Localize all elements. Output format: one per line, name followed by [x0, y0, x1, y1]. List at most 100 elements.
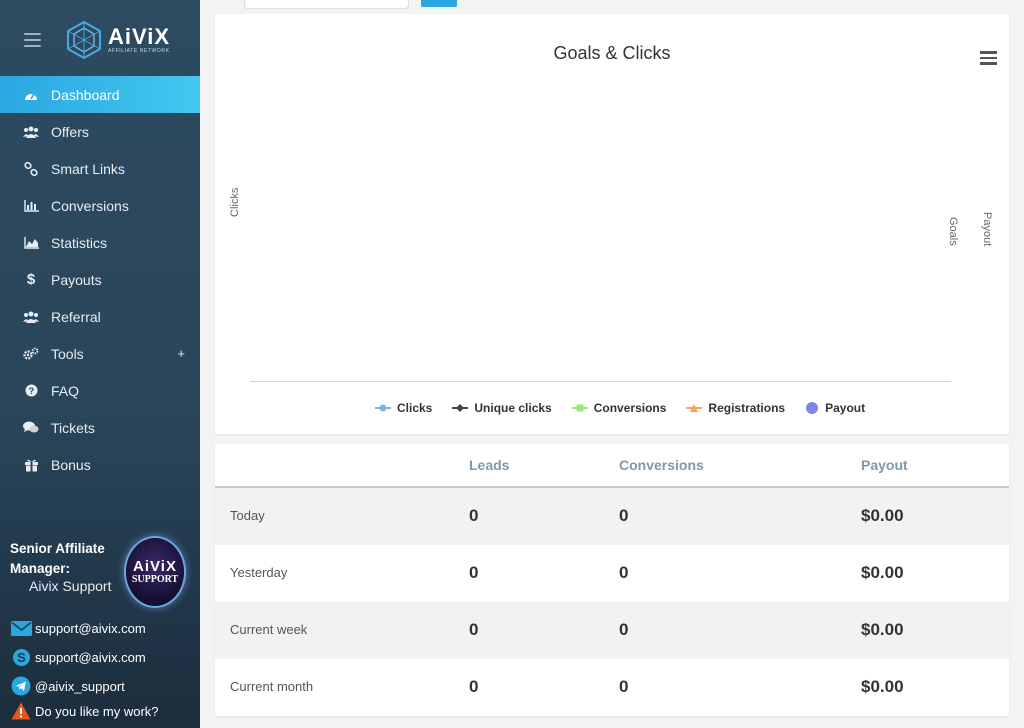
- cogs-icon: [22, 347, 40, 361]
- avatar-line1: AiViX: [133, 557, 177, 575]
- date-range-input[interactable]: [244, 0, 409, 9]
- legend-item-conversions[interactable]: Conversions: [571, 401, 667, 415]
- sidebar-item-conversions[interactable]: Conversions: [0, 187, 200, 224]
- feedback-link[interactable]: Do you like my work?: [10, 700, 159, 722]
- legend-item-registrations[interactable]: Registrations: [686, 401, 785, 415]
- brand-header: AiViX AFFILIATE NETWORK: [0, 0, 200, 78]
- contact-email[interactable]: support@aivix.com: [10, 617, 146, 639]
- legend-label: Clicks: [397, 401, 433, 415]
- legend-label: Payout: [825, 401, 866, 415]
- manager-name: Aivix Support: [29, 578, 112, 594]
- row-label: Today: [230, 508, 265, 523]
- skype-icon: S: [10, 646, 32, 668]
- sidebar-item-label: Bonus: [51, 456, 91, 473]
- x-axis-line: [250, 381, 951, 382]
- logo-mark-icon: [67, 20, 101, 60]
- contact-skype-text: support@aivix.com: [35, 649, 146, 665]
- table-row: Yesterday 0 0 $0.00: [215, 545, 1009, 602]
- leads-value: 0: [469, 563, 479, 582]
- legend-marker-diamond: [452, 403, 469, 413]
- contact-email-text: support@aivix.com: [35, 620, 146, 636]
- leads-value: 0: [469, 677, 479, 696]
- sidebar-item-label: Payouts: [51, 271, 102, 288]
- sidebar-item-referral[interactable]: Referral: [0, 298, 200, 335]
- logo-subtext: AFFILIATE NETWORK: [108, 48, 170, 54]
- users-icon: [22, 311, 40, 323]
- legend-marker-circle: [375, 403, 391, 413]
- legend-marker-square: [571, 403, 588, 413]
- legend-item-clicks[interactable]: Clicks: [375, 401, 432, 415]
- sidebar-item-label: Statistics: [51, 234, 108, 251]
- legend-item-unique-clicks[interactable]: Unique clicks: [452, 401, 552, 415]
- y-axis-label-left: Clicks: [229, 187, 241, 217]
- conversions-value: 0: [619, 506, 629, 525]
- leads-value: 0: [469, 506, 479, 525]
- sidebar-item-label: Tools: [51, 345, 84, 362]
- sidebar: AiViX AFFILIATE NETWORK Dashboard Offers…: [0, 0, 200, 728]
- bar-chart-icon: [22, 199, 40, 212]
- sidebar-item-tickets[interactable]: Tickets: [0, 409, 200, 446]
- dashboard-icon: [22, 89, 40, 101]
- contact-telegram[interactable]: @aivix_support: [10, 675, 125, 697]
- svg-text:?: ?: [28, 386, 34, 396]
- sidebar-item-dashboard[interactable]: Dashboard: [0, 76, 200, 113]
- sidebar-item-faq[interactable]: ? FAQ: [0, 372, 200, 409]
- sidebar-item-label: Conversions: [51, 197, 129, 214]
- legend-label: Registrations: [708, 401, 786, 415]
- contact-telegram-text: @aivix_support: [35, 678, 125, 694]
- conversions-value: 0: [619, 620, 629, 639]
- table-row: Current month 0 0 $0.00: [215, 659, 1009, 716]
- hamburger-menu-icon[interactable]: [24, 33, 41, 47]
- legend-label: Conversions: [593, 401, 667, 415]
- contact-skype[interactable]: S support@aivix.com: [10, 646, 146, 668]
- sidebar-item-offers[interactable]: Offers: [0, 113, 200, 150]
- gift-icon: [22, 458, 40, 472]
- sidebar-item-label: FAQ: [51, 382, 80, 399]
- y-axis-label-goals: Goals: [947, 217, 959, 246]
- aivix-logo[interactable]: AiViX AFFILIATE NETWORK: [66, 20, 174, 60]
- telegram-icon: [10, 675, 32, 697]
- link-icon: [22, 161, 40, 176]
- conversions-value: 0: [619, 563, 629, 582]
- leads-value: 0: [469, 620, 479, 639]
- expand-plus-icon[interactable]: +: [177, 346, 185, 361]
- sidebar-nav: Dashboard Offers Smart Links Conversions…: [0, 76, 200, 483]
- legend-marker-triangle: [686, 403, 703, 413]
- sidebar-item-statistics[interactable]: Statistics: [0, 224, 200, 261]
- dollar-icon: $: [26, 271, 36, 288]
- y-axis-label-payout: Payout: [981, 212, 993, 247]
- envelope-icon: [10, 617, 32, 639]
- chart-legend: Clicks Unique clicks Conversions Registr…: [375, 400, 865, 416]
- conversions-value: 0: [619, 677, 629, 696]
- legend-marker-dot: [805, 401, 819, 415]
- apply-button[interactable]: [421, 0, 457, 7]
- manager-avatar: AiViX SUPPORT: [126, 538, 184, 606]
- sidebar-item-payouts[interactable]: $ Payouts: [0, 261, 200, 298]
- sidebar-item-smart-links[interactable]: Smart Links: [0, 150, 200, 187]
- feedback-text: Do you like my work?: [35, 703, 159, 719]
- chart-title: Goals & Clicks: [553, 43, 671, 63]
- sidebar-item-label: Smart Links: [51, 160, 125, 177]
- payout-value: $0.00: [861, 563, 904, 582]
- users-icon: [22, 126, 40, 138]
- sidebar-item-bonus[interactable]: Bonus: [0, 446, 200, 483]
- logo-text: AiViX: [108, 24, 171, 49]
- sidebar-item-label: Dashboard: [51, 86, 120, 103]
- column-header-conversions: Conversions: [619, 457, 704, 473]
- row-label: Yesterday: [230, 565, 288, 580]
- goals-clicks-chart: Goals & Clicks Clicks Goals Payout Click…: [215, 14, 1009, 434]
- sidebar-item-tools[interactable]: Tools +: [0, 335, 200, 372]
- table-row: Today 0 0 $0.00: [215, 488, 1009, 545]
- question-circle-icon: ?: [22, 384, 40, 397]
- column-header-payout: Payout: [861, 457, 908, 473]
- area-chart-icon: [22, 236, 40, 249]
- hamburger-menu-icon[interactable]: [980, 51, 997, 68]
- comments-icon: [22, 421, 40, 434]
- table-row: Current week 0 0 $0.00: [215, 602, 1009, 659]
- payout-value: $0.00: [861, 506, 904, 525]
- row-label: Current week: [230, 622, 308, 637]
- row-label: Current month: [230, 679, 314, 694]
- legend-item-payout[interactable]: Payout: [805, 401, 865, 415]
- legend-label: Unique clicks: [474, 401, 552, 415]
- table-header: Leads Conversions Payout: [215, 444, 1009, 488]
